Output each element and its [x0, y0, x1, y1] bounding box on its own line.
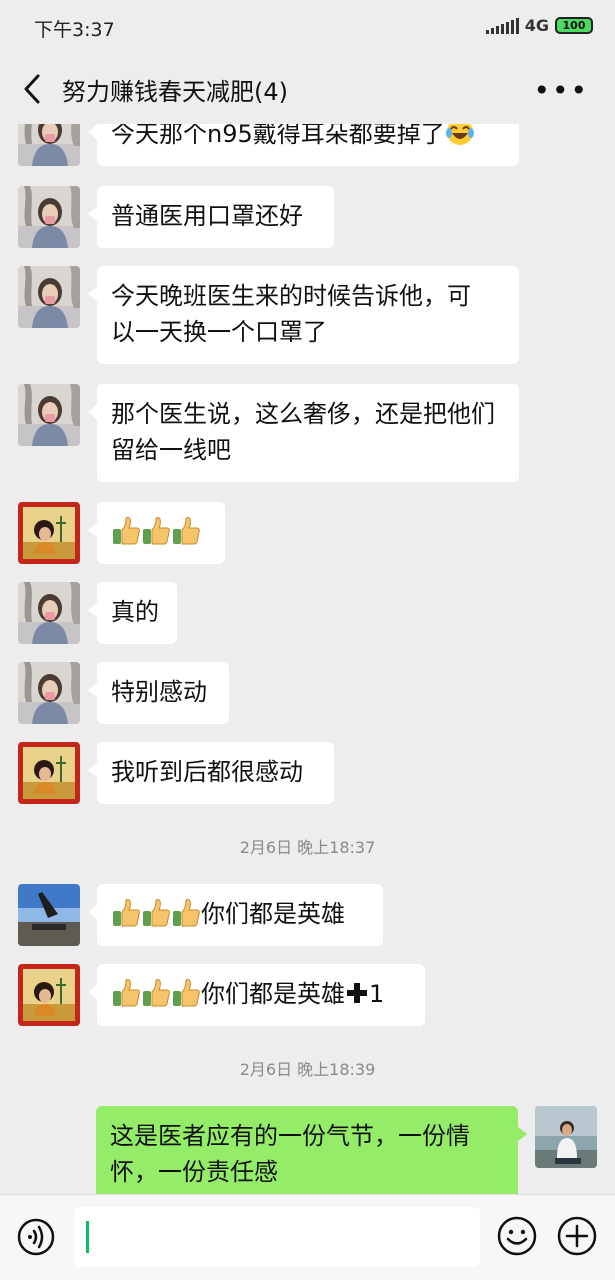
more-options-icon[interactable]: •••	[533, 74, 589, 107]
avatar-new-year-user[interactable]	[18, 964, 80, 1026]
network-type: 4G	[524, 16, 549, 35]
message-text: 特别感动	[111, 678, 207, 706]
thumbs-up-icon	[141, 978, 171, 1008]
message-suffix: 1	[369, 980, 385, 1008]
back-arrow-icon[interactable]	[18, 72, 48, 106]
signal-icon	[485, 17, 519, 34]
heavy-plus-icon	[347, 983, 367, 1003]
thumbs-up-icon	[141, 516, 171, 546]
avatar-female-user[interactable]	[18, 662, 80, 724]
input-bar	[0, 1194, 615, 1280]
thumbs-up-icon	[171, 516, 201, 546]
message-bubble[interactable]: 我听到后都很感动	[88, 742, 334, 804]
message-bubble[interactable]: 特别感动	[88, 662, 229, 724]
add-more-icon[interactable]	[556, 1215, 598, 1257]
message-text: 我听到后都很感动	[111, 758, 303, 786]
message-bubble[interactable]: 你们都是英雄 1	[88, 964, 425, 1026]
status-indicators: 4G 100	[485, 16, 593, 35]
message-list[interactable]: 今天那个n95戴得耳朵都要掉了 普通医用口罩还好 今天晚班医生来的时候告诉他，可…	[0, 124, 615, 1194]
laughing-tears-emoji-icon	[445, 124, 474, 145]
voice-input-icon[interactable]	[16, 1217, 56, 1257]
message-text: 今天那个n95戴得耳朵都要掉了	[111, 124, 445, 148]
message-text: 真的	[111, 598, 159, 626]
message-line: 留给一线吧	[111, 436, 231, 464]
message-line: 这是医者应有的一份气节，一份情	[110, 1122, 470, 1150]
thumbs-up-icon	[111, 898, 141, 928]
avatar-female-user[interactable]	[18, 384, 80, 446]
thumbs-up-icon	[111, 978, 141, 1008]
battery-icon: 100	[555, 17, 593, 34]
avatar-female-user[interactable]	[18, 124, 80, 166]
avatar-female-user[interactable]	[18, 186, 80, 248]
thumbs-up-icon	[171, 898, 201, 928]
message-line: 以一天换一个口罩了	[111, 318, 327, 346]
message-bubble[interactable]: 那个医生说，这么奢侈，还是把他们 留给一线吧	[88, 384, 519, 482]
thumbs-up-icon	[111, 516, 141, 546]
message-text: 你们都是英雄	[201, 900, 345, 928]
timestamp: 2月6日 晚上18:37	[239, 838, 376, 857]
message-line: 今天晚班医生来的时候告诉他，可	[111, 282, 471, 310]
timestamp: 2月6日 晚上18:39	[239, 1060, 376, 1079]
avatar-new-year-user[interactable]	[18, 502, 80, 564]
status-bar: 下午3:37 4G 100	[0, 0, 615, 52]
avatar-female-user[interactable]	[18, 266, 80, 328]
message-bubble[interactable]	[88, 502, 225, 564]
message-input[interactable]	[74, 1207, 480, 1267]
avatar-new-year-user[interactable]	[18, 742, 80, 804]
message-bubble[interactable]: 今天那个n95戴得耳朵都要掉了	[88, 124, 519, 166]
message-bubble[interactable]: 真的	[88, 582, 177, 644]
avatar-me[interactable]	[535, 1106, 597, 1168]
chat-title: 努力赚钱春天减肥(4)	[62, 78, 288, 106]
message-text: 普通医用口罩还好	[111, 202, 303, 230]
chat-header: 努力赚钱春天减肥(4) •••	[0, 52, 615, 124]
emoji-picker-icon[interactable]	[496, 1215, 538, 1257]
battery-level: 100	[562, 19, 586, 32]
message-bubble[interactable]: 普通医用口罩还好	[88, 186, 334, 248]
message-text: 你们都是英雄	[201, 980, 345, 1008]
message-bubble-self[interactable]: 这是医者应有的一份气节，一份情 怀，一份责任感	[96, 1106, 527, 1194]
thumbs-up-icon	[171, 978, 201, 1008]
status-time: 下午3:37	[34, 19, 115, 41]
message-bubble[interactable]: 今天晚班医生来的时候告诉他，可 以一天换一个口罩了	[88, 266, 519, 364]
avatar-yoga-user[interactable]	[18, 884, 80, 946]
message-line: 那个医生说，这么奢侈，还是把他们	[111, 400, 495, 428]
thumbs-up-icon	[141, 898, 171, 928]
text-caret	[86, 1221, 89, 1253]
message-bubble[interactable]: 你们都是英雄	[88, 884, 383, 946]
avatar-female-user[interactable]	[18, 582, 80, 644]
message-line: 怀，一份责任感	[110, 1158, 278, 1186]
